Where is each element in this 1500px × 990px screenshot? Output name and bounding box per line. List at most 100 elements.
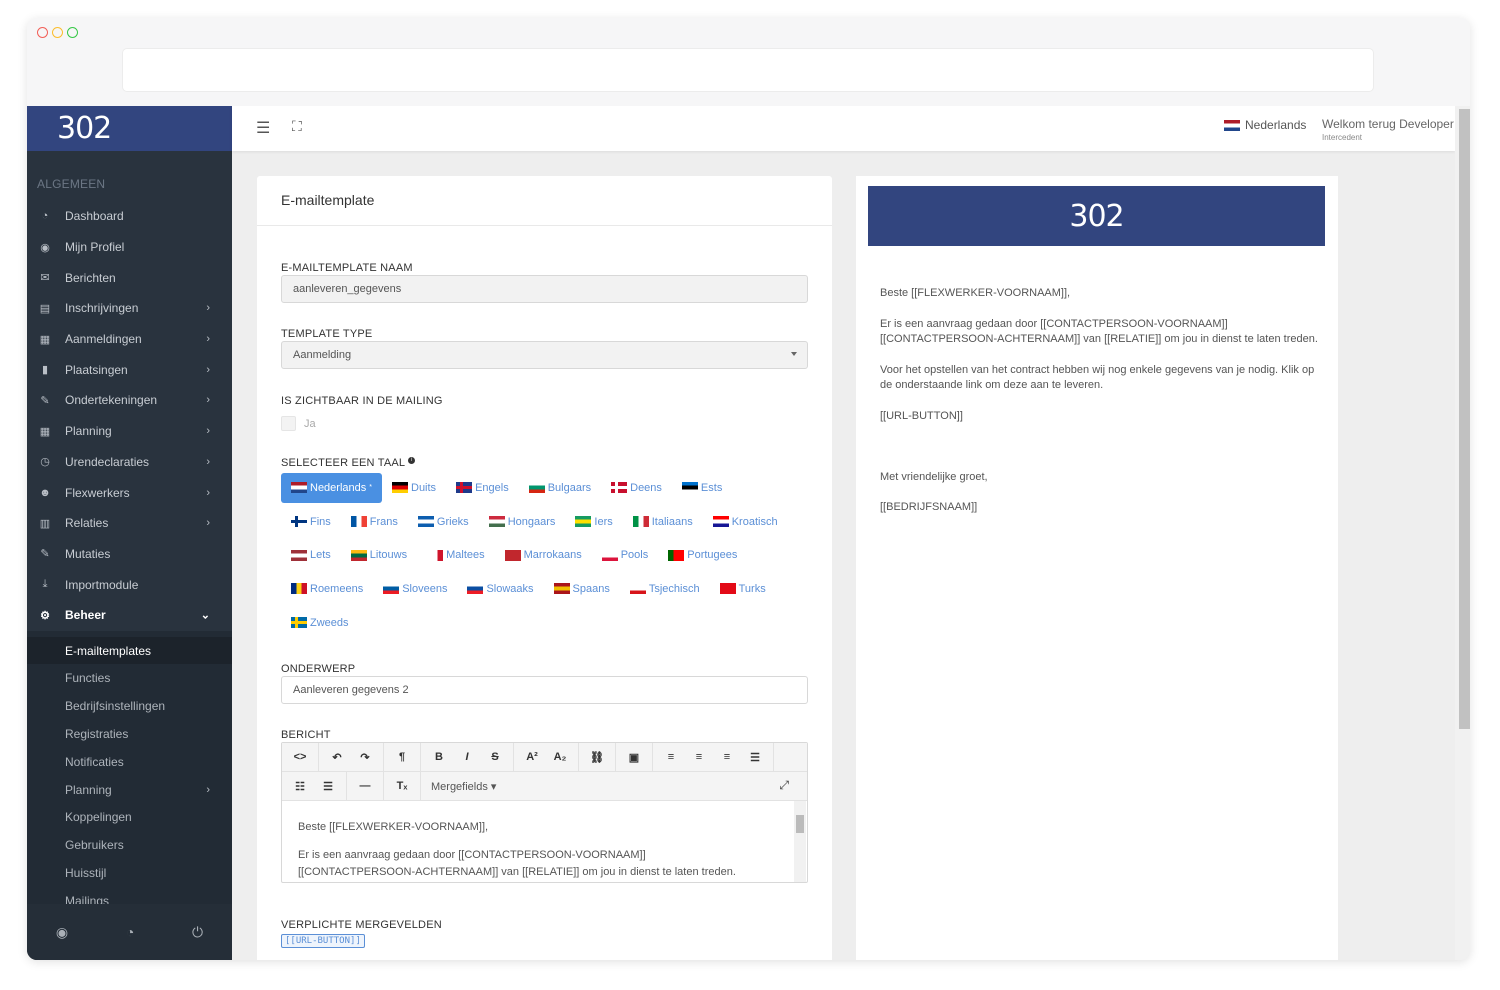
template-type-select[interactable]: Aanmelding	[281, 341, 808, 369]
subject-input[interactable]: Aanleveren gegevens 2	[281, 676, 808, 704]
language-option-label: Lets	[310, 549, 331, 562]
submenu-item-bedrijfsinstellingen[interactable]: Bedrijfsinstellingen	[27, 692, 232, 720]
language-option-maltees[interactable]: Maltees	[417, 540, 495, 570]
language-option-ests[interactable]: Ests	[672, 473, 732, 503]
align-left-icon[interactable]: ≡	[657, 746, 685, 768]
editor-content[interactable]: Beste [[FLEXWERKER-VOORNAAM]], Er is een…	[282, 801, 807, 882]
sidebar-item-inschrijvingen[interactable]: ▤ Inschrijvingen ›	[27, 293, 232, 324]
sidebar-item-beheer[interactable]: ⚙ Beheer ⌄	[27, 600, 232, 631]
sidebar-item-mutaties[interactable]: ✎ Mutaties	[27, 539, 232, 570]
submenu-item-koppelingen[interactable]: Koppelingen	[27, 803, 232, 831]
visible-checkbox[interactable]: Ja	[281, 416, 316, 431]
language-option-kroatisch[interactable]: Kroatisch	[703, 507, 788, 537]
checkbox-box[interactable]	[281, 416, 296, 431]
user-menu[interactable]: Welkom terug Developer Intercedent	[1322, 117, 1454, 142]
bullet-list-icon[interactable]: ☷	[286, 775, 314, 797]
italic-icon[interactable]: I	[453, 746, 481, 768]
undo-icon[interactable]: ↶	[323, 746, 351, 768]
flag-fins-icon	[291, 516, 307, 528]
language-row: Fins Frans Grieks Hongaars Iers Italiaans Kroa…	[281, 505, 811, 539]
minimize-dot[interactable]	[52, 27, 63, 38]
language-option-zweeds[interactable]: Zweeds	[281, 608, 359, 638]
language-option-marrokaans[interactable]: Marrokaans	[495, 540, 592, 570]
language-option-tsjechisch[interactable]: Tsjechisch	[620, 574, 710, 604]
power-icon[interactable]: ⏻	[192, 924, 203, 941]
language-option-lets[interactable]: Lets	[281, 540, 341, 570]
language-option-bulgaars[interactable]: Bulgaars	[519, 473, 601, 503]
sidebar-item-ondertekeningen[interactable]: ✎ Ondertekeningen ›	[27, 385, 232, 416]
language-option-turks[interactable]: Turks	[710, 574, 776, 604]
sidebar-item-mijn-profiel[interactable]: ◉ Mijn Profiel	[27, 232, 232, 263]
download-icon: ⤓	[42, 578, 48, 591]
language-option-hongaars[interactable]: Hongaars	[479, 507, 566, 537]
language-option-fins[interactable]: Fins	[281, 507, 341, 537]
align-justify-icon[interactable]: ☰	[741, 746, 769, 768]
expand-editor-icon[interactable]: ⤢	[779, 778, 789, 793]
align-right-icon[interactable]: ≡	[713, 746, 741, 768]
subscript-icon[interactable]: A₂	[546, 746, 574, 768]
language-switcher[interactable]: Nederlands	[1224, 118, 1306, 132]
sidebar-item-label: Urendeclaraties	[65, 454, 150, 469]
sidebar-item-urendeclaraties[interactable]: ◷ Urendeclaraties ›	[27, 447, 232, 478]
language-option-sloveens[interactable]: Sloveens	[373, 574, 457, 604]
language-option-nederlands[interactable]: Nederlands *	[281, 472, 382, 503]
language-option-portugees[interactable]: Portugees	[658, 540, 747, 570]
language-option-iers[interactable]: Iers	[565, 507, 622, 537]
fullscreen-icon[interactable]: ⛶	[292, 118, 302, 135]
paragraph-format-icon[interactable]: ¶	[388, 746, 416, 768]
editor-scrollbar-thumb[interactable]	[796, 815, 804, 833]
language-option-slowaaks[interactable]: Slowaaks	[457, 574, 543, 604]
submenu-item-functies[interactable]: Functies	[27, 664, 232, 692]
info-icon[interactable]: i	[408, 457, 416, 464]
close-dot[interactable]	[37, 27, 48, 38]
address-bar[interactable]	[123, 49, 1373, 91]
maximize-dot[interactable]	[67, 27, 78, 38]
page-scrollbar-track[interactable]	[1455, 106, 1470, 960]
mergefields-dropdown[interactable]: Mergefields ▾	[421, 780, 506, 793]
flag-italiaans-icon	[632, 516, 649, 528]
template-name-field[interactable]: aanleveren_gegevens	[281, 275, 808, 303]
sidebar-item-flexwerkers[interactable]: ☻ Flexwerkers ›	[27, 477, 232, 508]
dashboard-icon[interactable]: ◔	[126, 924, 134, 940]
language-option-roemeens[interactable]: Roemeens	[281, 574, 373, 604]
preview-header: 302	[868, 186, 1325, 246]
horizontal-rule-icon[interactable]: —	[351, 775, 379, 797]
clear-format-icon[interactable]: Tₓ	[388, 775, 416, 797]
superscript-icon[interactable]: A²	[518, 746, 546, 768]
code-view-icon[interactable]: <>	[286, 746, 314, 768]
link-icon[interactable]: ⛓	[583, 746, 611, 768]
sidebar-item-importmodule[interactable]: ⤓ Importmodule	[27, 569, 232, 600]
numbered-list-icon[interactable]: ☰	[314, 775, 342, 797]
image-icon[interactable]: ▣	[620, 746, 648, 768]
hamburger-menu-icon[interactable]: ☰	[256, 118, 270, 138]
language-option-pools[interactable]: Pools	[592, 540, 659, 570]
sidebar-item-dashboard[interactable]: ◔ Dashboard	[27, 201, 232, 232]
strikethrough-icon[interactable]: S	[481, 746, 509, 768]
language-option-spaans[interactable]: Spaans	[544, 574, 620, 604]
language-option-engels[interactable]: Engels	[446, 473, 519, 503]
align-center-icon[interactable]: ≡	[685, 746, 713, 768]
submenu-item-planning[interactable]: Planning ›	[27, 776, 232, 804]
user-circle-icon[interactable]: ◉	[56, 924, 68, 941]
submenu-item-notificaties[interactable]: Notificaties	[27, 748, 232, 776]
submenu-item-registraties[interactable]: Registraties	[27, 720, 232, 748]
language-option-litouws[interactable]: Litouws	[341, 540, 417, 570]
sidebar-item-relaties[interactable]: ▥ Relaties ›	[27, 508, 232, 539]
submenu-item-e-mailtemplates[interactable]: E-mailtemplates	[27, 636, 232, 665]
sidebar-logo[interactable]: 302	[27, 106, 232, 151]
language-option-deens[interactable]: Deens	[601, 473, 672, 503]
language-option-frans[interactable]: Frans	[341, 507, 408, 537]
language-option-duits[interactable]: Duits	[382, 473, 446, 503]
sidebar-item-aanmeldingen[interactable]: ▦ Aanmeldingen ›	[27, 324, 232, 355]
sidebar-item-plaatsingen[interactable]: ▮ Plaatsingen ›	[27, 354, 232, 385]
language-option-grieks[interactable]: Grieks	[408, 507, 479, 537]
redo-icon[interactable]: ↷	[351, 746, 379, 768]
sidebar-item-berichten[interactable]: ✉ Berichten	[27, 262, 232, 293]
submenu-item-huisstijl[interactable]: Huisstijl	[27, 859, 232, 887]
sidebar-item-planning[interactable]: ▦ Planning ›	[27, 416, 232, 447]
page-scrollbar-thumb[interactable]	[1459, 109, 1470, 729]
editor-scrollbar[interactable]	[794, 801, 806, 882]
language-option-italiaans[interactable]: Italiaans	[623, 507, 703, 537]
submenu-item-gebruikers[interactable]: Gebruikers	[27, 831, 232, 859]
bold-icon[interactable]: B	[425, 746, 453, 768]
